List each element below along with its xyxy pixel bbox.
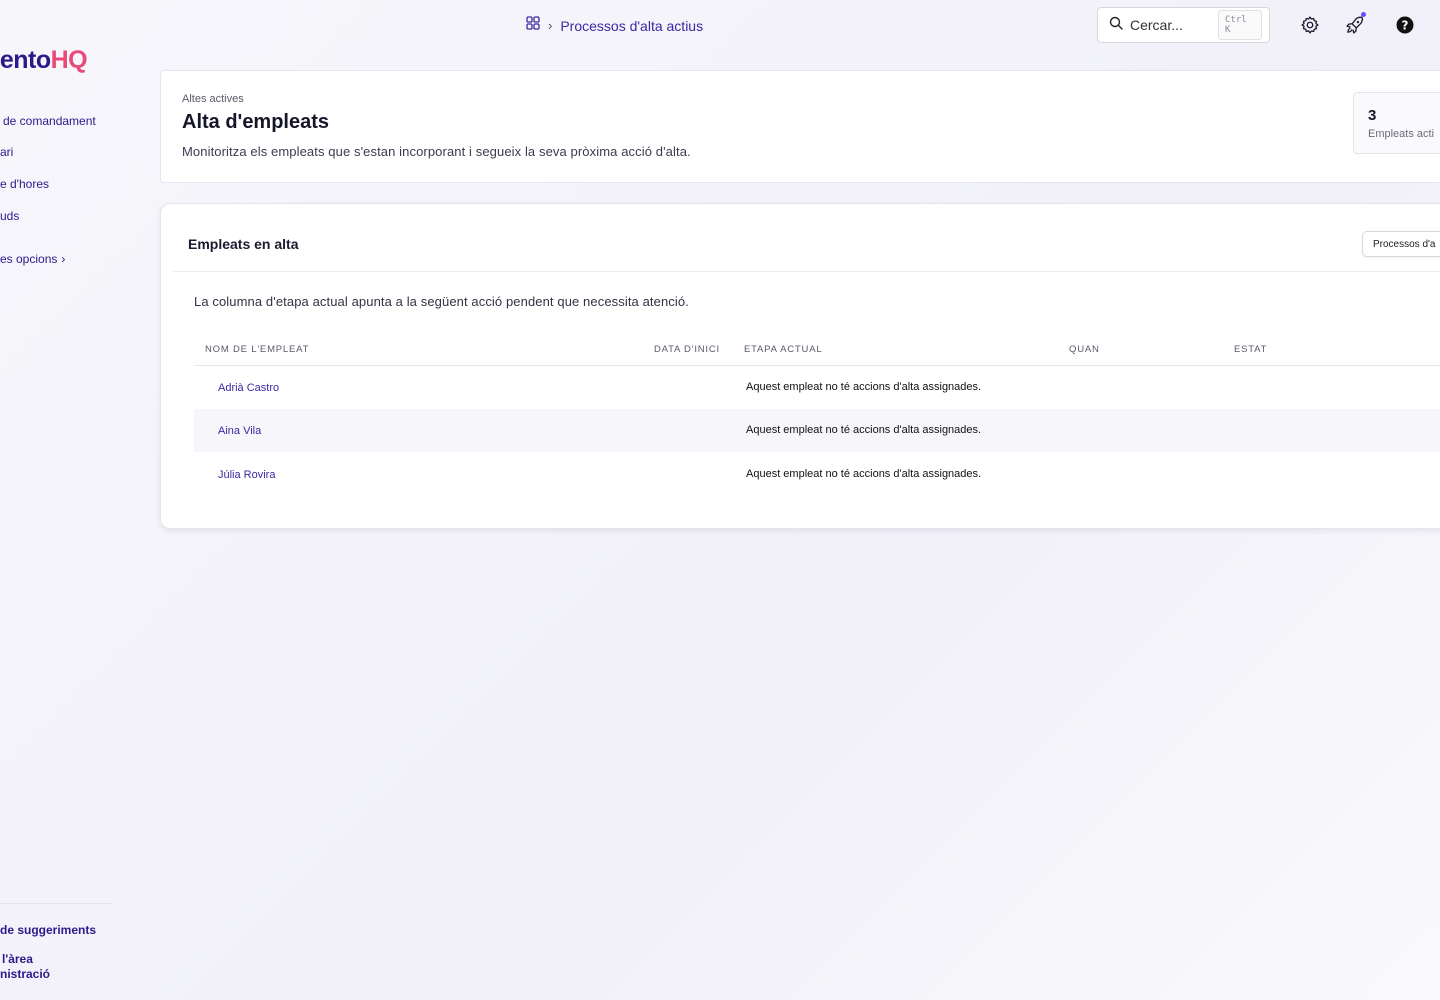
active-employees-stat: 3 Empleats acti bbox=[1353, 92, 1440, 154]
column-header-status[interactable]: ESTAT bbox=[1234, 344, 1267, 355]
notification-dot bbox=[1361, 12, 1366, 17]
card-title: Empleats en alta bbox=[188, 236, 299, 252]
page-subtitle: Monitoritza els empleats que s'estan inc… bbox=[182, 144, 691, 159]
current-stage-cell: Aquest empleat no té accions d'alta assi… bbox=[746, 381, 982, 393]
employee-name-link[interactable]: Adrià Castro bbox=[218, 382, 279, 394]
employee-name-link[interactable]: Júlia Rovira bbox=[218, 469, 275, 481]
admin-area-link[interactable]: l'àrea nistració bbox=[0, 952, 51, 982]
breadcrumb: › Processos d'alta actius bbox=[526, 16, 703, 35]
page-eyebrow: Altes actives bbox=[182, 93, 244, 105]
search-input[interactable] bbox=[1130, 17, 1218, 33]
app-logo[interactable]: alentoHQ bbox=[0, 46, 88, 75]
onboarding-processes-button[interactable]: Processos d'a bbox=[1362, 231, 1440, 257]
current-stage-cell: Aquest empleat no té accions d'alta assi… bbox=[746, 424, 982, 436]
sidebar-divider bbox=[0, 903, 112, 904]
table-row[interactable]: Júlia Rovira Aquest empleat no té accion… bbox=[194, 453, 1440, 496]
admin-link-line1: l'àrea bbox=[2, 952, 33, 966]
help-icon[interactable]: ? bbox=[1394, 14, 1416, 36]
sidebar-item-calendar[interactable]: ari bbox=[0, 145, 13, 159]
table-header: NOM DE L'EMPLEAT DATA D'INICI ETAPA ACTU… bbox=[194, 338, 1440, 366]
sidebar: alentoHQ de comandament ari e d'hores ud… bbox=[0, 0, 150, 1000]
sidebar-item-label: es opcions bbox=[0, 252, 58, 266]
column-header-start-date[interactable]: DATA D'INICI bbox=[654, 344, 720, 355]
chevron-right-icon: › bbox=[548, 18, 553, 33]
sidebar-item-timesheets[interactable]: e d'hores bbox=[0, 177, 49, 191]
logo-text-hq: HQ bbox=[50, 46, 88, 74]
feedback-link[interactable]: de suggeriments bbox=[0, 923, 96, 938]
card-divider bbox=[173, 271, 1440, 272]
settings-icon[interactable] bbox=[1299, 14, 1321, 36]
onboarding-employees-card: Empleats en alta Processos d'a La column… bbox=[160, 203, 1440, 529]
page-header-card: Altes actives Alta d'empleats Monitoritz… bbox=[160, 70, 1440, 183]
stat-label: Empleats acti bbox=[1368, 128, 1435, 140]
sidebar-item-more-options[interactable]: es opcions › bbox=[0, 252, 65, 266]
sidebar-item-requests[interactable]: uds bbox=[0, 209, 19, 223]
admin-link-line2: nistració bbox=[0, 967, 51, 981]
current-stage-cell: Aquest empleat no té accions d'alta assi… bbox=[746, 468, 982, 480]
column-header-current-stage[interactable]: ETAPA ACTUAL bbox=[744, 344, 822, 355]
column-header-when[interactable]: QUAN bbox=[1069, 344, 1100, 355]
sidebar-item-command-center[interactable]: de comandament bbox=[3, 114, 96, 128]
employee-name-link[interactable]: Aina Vila bbox=[218, 425, 261, 437]
logo-text: alento bbox=[0, 46, 51, 74]
search-icon bbox=[1109, 16, 1123, 35]
table-row[interactable]: Adrià Castro Aquest empleat no té accion… bbox=[194, 366, 1440, 409]
page-title: Alta d'empleats bbox=[182, 111, 330, 133]
chevron-right-icon: › bbox=[61, 252, 66, 266]
column-header-name[interactable]: NOM DE L'EMPLEAT bbox=[205, 344, 309, 355]
stat-value: 3 bbox=[1368, 107, 1377, 124]
search-box[interactable]: Ctrl K bbox=[1097, 7, 1270, 43]
table-row[interactable]: Aina Vila Aquest empleat no té accions d… bbox=[194, 409, 1440, 452]
search-shortcut-hint: Ctrl K bbox=[1218, 10, 1262, 40]
card-description: La columna d'etapa actual apunta a la se… bbox=[194, 294, 689, 309]
svg-text:?: ? bbox=[1402, 19, 1409, 33]
breadcrumb-current[interactable]: Processos d'alta actius bbox=[560, 18, 703, 34]
rocket-icon[interactable] bbox=[1344, 12, 1366, 36]
apps-grid-icon[interactable] bbox=[526, 16, 540, 35]
